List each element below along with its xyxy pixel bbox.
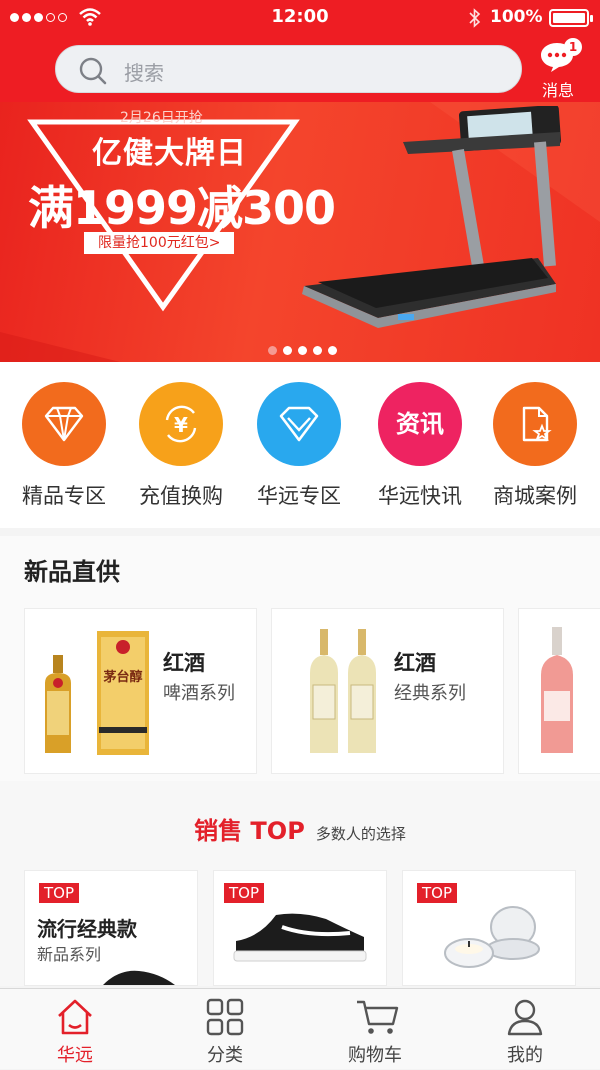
svg-text:¥: ¥ [174,413,188,437]
baijiu-bottle-image: 茅台醇 [45,631,149,755]
section-title: 新品直供 [24,558,120,586]
yen-exchange-icon: ¥ [139,382,223,466]
home-icon [58,999,92,1035]
battery-percentage: 100% [490,7,543,27]
quick-entry-huayuan-zone[interactable]: 华远专区 [244,382,354,512]
status-bar: 12:00 100% [0,0,600,36]
quick-entry-label: 充值换购 [139,484,223,508]
quick-entry-boutique[interactable]: 精品专区 [9,382,119,512]
treadmill-image [302,106,562,328]
banner-title: 亿健大牌日 [92,136,247,171]
tab-label: 华远 [57,1045,93,1066]
grid-icon [206,998,244,1036]
pagination-dot[interactable] [283,346,292,355]
product-name: 红酒 [394,651,436,675]
pagination-dot[interactable] [268,346,277,355]
white-wine-bottles-image [310,629,376,753]
messages-button[interactable]: 1 消息 [534,38,582,100]
news-icon-text: 资讯 [396,410,444,438]
top-product-title: 流行经典款 [37,917,137,941]
product-name: 红酒 [163,651,205,675]
quick-entry-cases[interactable]: 商城案例 [480,382,590,512]
quick-entry-label: 商城案例 [493,484,577,508]
top-product-card[interactable]: TOP 流行经典款 新品系列 [24,870,198,986]
tab-label: 购物车 [348,1045,402,1066]
quick-entry-news[interactable]: 资讯 华远快讯 [365,382,475,512]
sales-top-section: 销售 TOP 多数人的选择 TOP 流行经典款 新品系列 TOP TOP [0,781,600,986]
quick-entry-label: 精品专区 [22,484,106,508]
bottom-tab-bar: 华远 分类 购物车 我的 [0,988,600,1069]
pagination-dot[interactable] [328,346,337,355]
banner-promo: 满1999减300 [28,181,336,235]
sales-top-subtitle: 多数人的选择 [315,825,406,843]
top-product-series: 新品系列 [37,945,102,964]
rose-wine-bottle-image [541,627,573,753]
quick-entry-recharge[interactable]: ¥ 充值换购 [126,382,236,512]
product-card[interactable]: 红酒 经典系列 [271,608,504,774]
product-series: 啤酒系列 [163,683,235,704]
pagination-dot[interactable] [313,346,322,355]
product-series: 经典系列 [394,683,466,704]
tab-category[interactable]: 分类 [150,989,300,1070]
top-product-card[interactable]: TOP [402,870,576,986]
tab-label: 我的 [507,1045,543,1066]
quick-entry-label: 华远专区 [257,484,341,508]
bluetooth-icon [469,8,481,28]
new-products-section: 新品直供 茅台醇 红酒 啤酒系列 红酒 经典系列 [0,536,600,781]
tab-label: 分类 [207,1045,243,1066]
top-badge: TOP [224,883,265,903]
sneaker-image [233,913,367,962]
search-icon [79,57,107,85]
sales-top-title: 销售 TOP [194,817,305,845]
news-icon: 资讯 [378,382,462,466]
top-product-card[interactable]: TOP [213,870,387,986]
search-input[interactable]: 搜索 [55,45,522,93]
top-badge: TOP [39,883,80,903]
product-card[interactable]: 茅台醇 红酒 啤酒系列 [24,608,257,774]
svg-text:茅台醇: 茅台醇 [103,669,142,685]
promo-banner[interactable]: 2月26日开抢 亿健大牌日 满1999减300 限量抢100元红包> [0,102,600,362]
diamond-icon [22,382,106,466]
crystal-candle-holder-image [444,906,540,968]
sales-top-heading: 销售 TOP 多数人的选择 [0,811,600,846]
quick-entry-label: 华远快讯 [378,484,462,508]
banner-pagination[interactable] [268,346,337,355]
document-star-icon [493,382,577,466]
quick-entries: 精品专区 ¥ 充值换购 华远专区 资讯 华远快讯 商城案例 [0,362,600,528]
banner-date: 2月26日开抢 [120,110,203,126]
messages-label: 消息 [541,81,574,100]
search-placeholder: 搜索 [124,61,164,85]
battery-icon [549,9,593,27]
tab-home[interactable]: 华远 [0,989,150,1070]
product-card[interactable] [518,608,600,774]
message-count-badge: 1 [564,38,582,56]
pagination-dot[interactable] [298,346,307,355]
tab-profile[interactable]: 我的 [450,989,600,1070]
cart-icon [357,1000,399,1034]
sneaker-image [103,970,175,985]
tab-cart[interactable]: 购物车 [300,989,450,1070]
banner-coupon-link[interactable]: 限量抢100元红包> [84,232,235,254]
user-icon [507,999,543,1036]
gem-icon [257,382,341,466]
